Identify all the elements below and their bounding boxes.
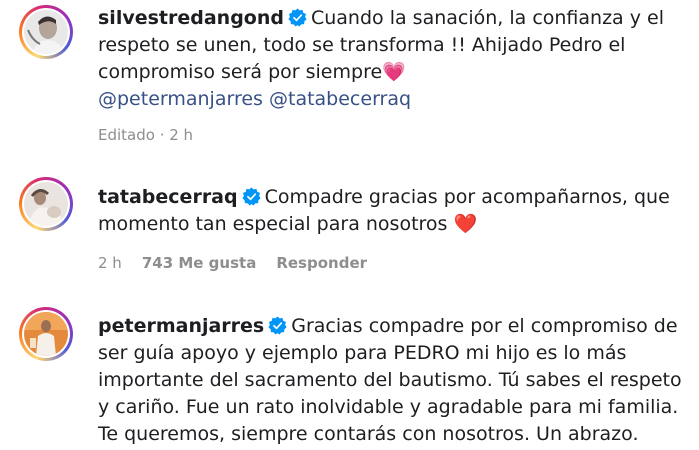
- comment-body: silvestredangond Cuando la sanación, la c…: [98, 5, 693, 113]
- reply-button[interactable]: Responder: [276, 254, 367, 272]
- comment-time: 2 h: [98, 254, 122, 272]
- comment-meta: Editado · 2 h: [98, 126, 193, 144]
- comment-body: tatabecerraq Compadre gracias por acompañ…: [98, 184, 693, 238]
- pink-heart-emoji: 💗: [382, 61, 406, 83]
- comment-time: Editado · 2 h: [98, 126, 194, 144]
- mention-tatabecerraq[interactable]: @tatabecerraq: [269, 88, 411, 110]
- likes-count[interactable]: 743 Me gusta: [142, 254, 257, 272]
- comment-meta: 2 h 743 Me gusta Responder: [98, 254, 367, 272]
- avatar-petermanjarres[interactable]: [19, 307, 73, 361]
- username[interactable]: tatabecerraq: [98, 186, 238, 208]
- verified-badge-icon: [288, 8, 307, 27]
- avatar-tatabecerraq[interactable]: [19, 177, 73, 231]
- verified-badge-icon: [268, 316, 287, 335]
- mention-petermanjarres[interactable]: @petermanjarres: [98, 88, 263, 110]
- red-heart-emoji: ❤️: [453, 213, 478, 235]
- username[interactable]: petermanjarres: [98, 315, 264, 337]
- comment-body: petermanjarres Gracias compadre por el co…: [98, 313, 693, 448]
- username[interactable]: silvestredangond: [98, 7, 284, 29]
- verified-badge-icon: [242, 187, 261, 206]
- avatar-silvestredangond[interactable]: [19, 5, 73, 59]
